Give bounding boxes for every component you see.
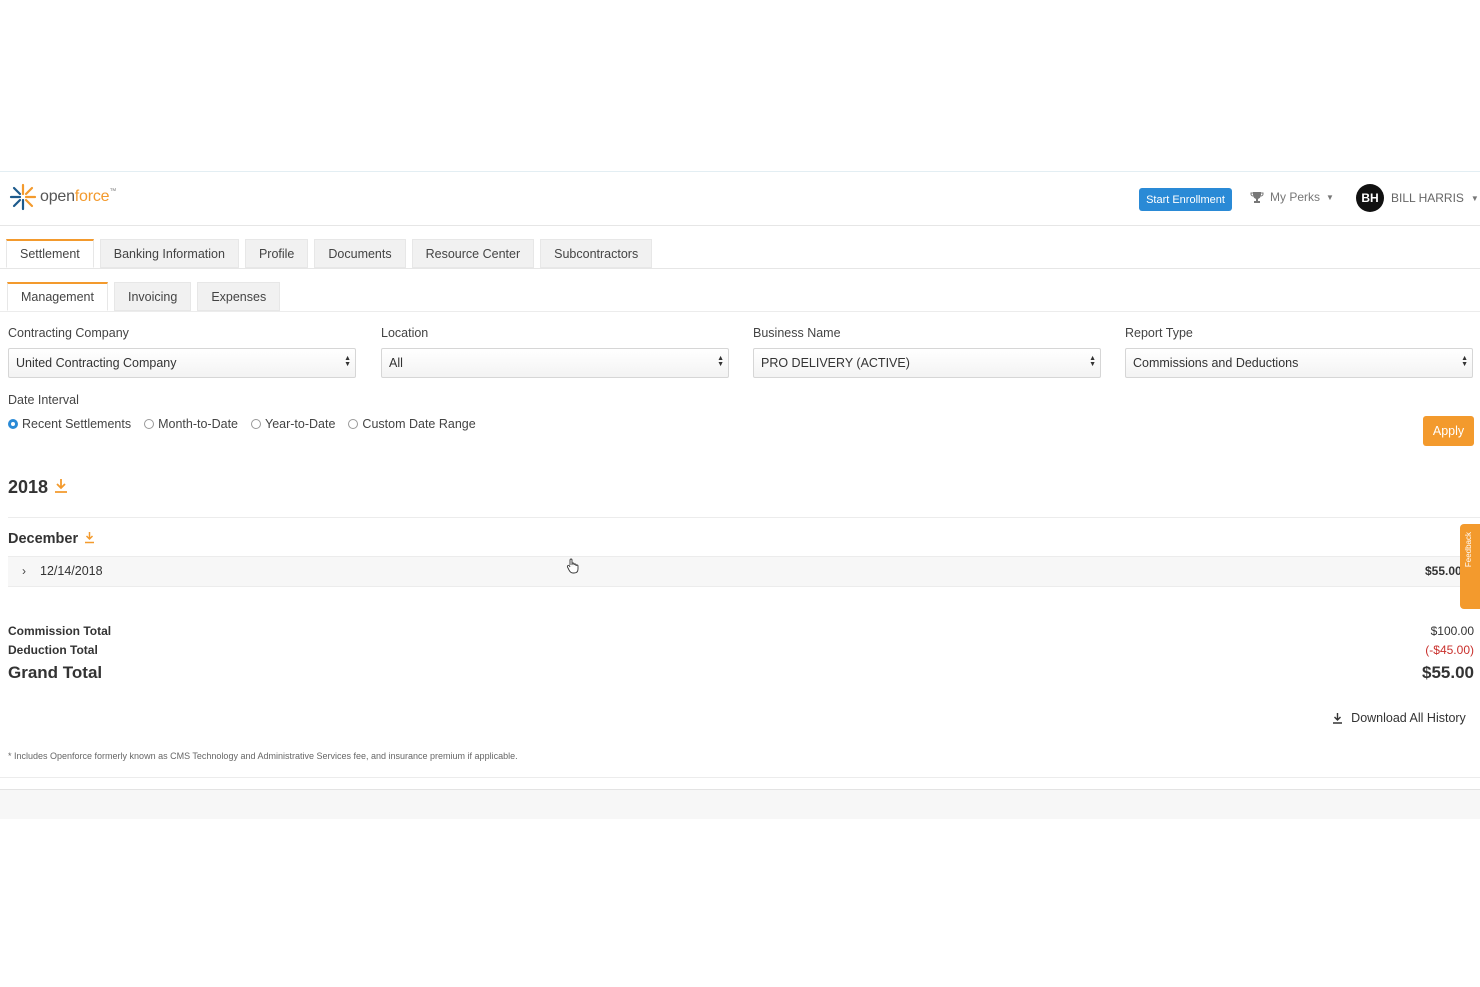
radio-label: Custom Date Range bbox=[362, 417, 476, 431]
deduction-total-label: Deduction Total bbox=[8, 643, 98, 657]
business-name-label: Business Name bbox=[753, 326, 841, 340]
contracting-company-label: Contracting Company bbox=[8, 326, 129, 340]
tab-banking-information[interactable]: Banking Information bbox=[99, 239, 239, 268]
logo-prefix: open bbox=[40, 188, 75, 205]
tab-subcontractors[interactable]: Subcontractors bbox=[540, 239, 653, 268]
contracting-company-select[interactable]: United Contracting Company ▲ ▼ bbox=[8, 348, 356, 378]
download-icon bbox=[1333, 712, 1343, 724]
user-name: BILL HARRIS bbox=[1391, 191, 1464, 205]
caret-down-icon: ▼ bbox=[1470, 193, 1479, 203]
radio-year-to-date[interactable]: Year-to-Date bbox=[251, 417, 335, 431]
radio-empty-icon bbox=[144, 419, 155, 429]
feedback-tab[interactable]: Feedback bbox=[1460, 524, 1480, 609]
year-label: 2018 bbox=[8, 477, 49, 497]
settlement-amount: $55.00 bbox=[1425, 564, 1462, 578]
settlement-row[interactable]: › 12/14/2018 $55.00 bbox=[8, 556, 1480, 587]
my-perks-label: My Perks bbox=[1270, 190, 1321, 204]
top-navbar: openforce™ Start Enrollment My Perks ▼ B… bbox=[0, 172, 1480, 226]
avatar: BH bbox=[1356, 184, 1384, 212]
logo-tm: ™ bbox=[109, 188, 117, 195]
commission-total-value: $100.00 bbox=[1430, 624, 1474, 638]
subtabs-divider bbox=[0, 311, 1480, 312]
caret-down-icon: ▼ bbox=[1326, 192, 1334, 202]
radio-selected-icon bbox=[8, 419, 18, 429]
logo-wordmark: openforce™ bbox=[40, 188, 116, 206]
deduction-total-value: (-$45.00) bbox=[1425, 643, 1474, 657]
grand-total-label: Grand Total bbox=[8, 663, 103, 682]
sub-tabs: Management Invoicing Expenses bbox=[7, 282, 281, 311]
main-tabs: Settlement Banking Information Profile D… bbox=[6, 239, 653, 268]
select-arrows-icon: ▲ ▼ bbox=[344, 355, 351, 368]
openforce-logo-icon bbox=[9, 183, 37, 211]
my-perks-menu[interactable]: My Perks ▼ bbox=[1250, 190, 1334, 204]
download-all-history-button[interactable]: Download All History bbox=[1325, 704, 1473, 731]
month-heading: December bbox=[8, 531, 95, 547]
start-enrollment-button[interactable]: Start Enrollment bbox=[1139, 188, 1232, 211]
radio-custom-date-range[interactable]: Custom Date Range bbox=[348, 417, 476, 431]
download-icon[interactable] bbox=[84, 531, 95, 547]
location-select[interactable]: All ▲ ▼ bbox=[381, 348, 729, 378]
apply-button[interactable]: Apply bbox=[1423, 416, 1474, 446]
tabs-divider bbox=[0, 268, 1480, 269]
feedback-label: Feedback bbox=[1464, 532, 1473, 568]
report-type-select[interactable]: Commissions and Deductions ▲ ▼ bbox=[1125, 348, 1473, 378]
trophy-icon bbox=[1250, 191, 1264, 203]
chevron-right-icon[interactable]: › bbox=[22, 564, 26, 578]
radio-label: Month-to-Date bbox=[158, 417, 238, 431]
tab-settlement[interactable]: Settlement bbox=[6, 239, 94, 268]
radio-empty-icon bbox=[348, 419, 359, 429]
commission-total-label: Commission Total bbox=[8, 624, 112, 638]
settlement-date: 12/14/2018 bbox=[40, 564, 103, 578]
openforce-logo[interactable]: openforce™ bbox=[8, 182, 116, 212]
radio-recent-settlements[interactable]: Recent Settlements bbox=[8, 417, 131, 431]
report-type-label: Report Type bbox=[1125, 326, 1193, 340]
radio-empty-icon bbox=[251, 419, 261, 429]
logo-suffix: force bbox=[74, 188, 110, 205]
download-icon[interactable] bbox=[54, 478, 68, 497]
footnote: * Includes Openforce formerly known as C… bbox=[8, 751, 518, 761]
date-interval-label: Date Interval bbox=[8, 393, 79, 407]
tab-resource-center[interactable]: Resource Center bbox=[411, 239, 535, 268]
year-heading: 2018 bbox=[8, 477, 68, 498]
location-label: Location bbox=[381, 326, 429, 340]
location-value: All bbox=[389, 356, 403, 370]
date-interval-radios: Recent Settlements Month-to-Date Year-to… bbox=[8, 417, 476, 431]
contracting-company-value: United Contracting Company bbox=[16, 356, 177, 370]
radio-label: Year-to-Date bbox=[265, 417, 336, 431]
subtab-management[interactable]: Management bbox=[7, 282, 108, 311]
business-name-value: PRO DELIVERY (ACTIVE) bbox=[761, 356, 910, 370]
grand-total-value: $55.00 bbox=[1422, 663, 1474, 682]
select-arrows-icon: ▲ ▼ bbox=[1089, 355, 1096, 368]
select-arrows-icon: ▲ ▼ bbox=[717, 355, 724, 368]
radio-month-to-date[interactable]: Month-to-Date bbox=[144, 417, 238, 431]
month-label: December bbox=[8, 531, 79, 547]
business-name-select[interactable]: PRO DELIVERY (ACTIVE) ▲ ▼ bbox=[753, 348, 1101, 378]
report-type-value: Commissions and Deductions bbox=[1133, 356, 1299, 370]
footer-bar bbox=[0, 789, 1480, 819]
download-all-history-label: Download All History bbox=[1351, 710, 1466, 725]
tab-documents[interactable]: Documents bbox=[314, 239, 406, 268]
radio-label: Recent Settlements bbox=[22, 417, 132, 431]
footer-divider bbox=[0, 777, 1480, 778]
pointer-cursor-icon bbox=[566, 558, 580, 577]
app-window: openforce™ Start Enrollment My Perks ▼ B… bbox=[0, 171, 1480, 819]
year-divider bbox=[8, 517, 1480, 518]
subtab-invoicing[interactable]: Invoicing bbox=[113, 282, 192, 311]
user-menu[interactable]: BH BILL HARRIS ▼ bbox=[1356, 184, 1479, 212]
subtab-expenses[interactable]: Expenses bbox=[197, 282, 281, 311]
select-arrows-icon: ▲ ▼ bbox=[1461, 355, 1468, 368]
tab-profile[interactable]: Profile bbox=[244, 239, 309, 268]
